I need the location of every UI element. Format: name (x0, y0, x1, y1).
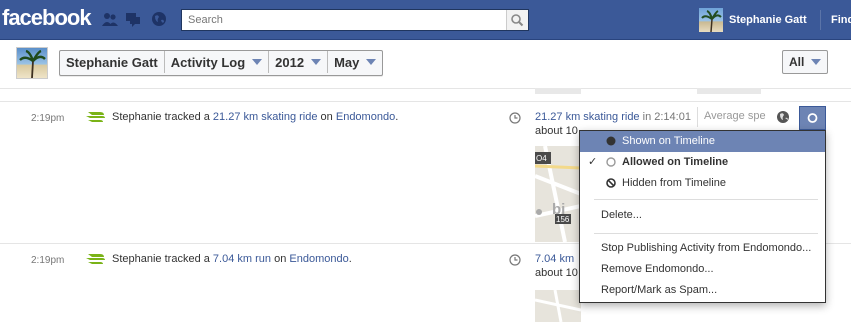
filled-circle-icon (606, 136, 616, 146)
menu-divider (594, 233, 818, 234)
chevron-down-icon (252, 59, 263, 65)
app-link[interactable]: Endomondo (336, 111, 395, 123)
route-map[interactable]: O4 bi 156 (535, 146, 581, 242)
search-box (181, 9, 529, 31)
chevron-down-icon (811, 59, 822, 65)
menu-item-report-spam[interactable]: Report/Mark as Spam... (580, 280, 825, 301)
activity-object-link[interactable]: 21.27 km skating ride (213, 111, 318, 123)
menu-item-label: Delete... (601, 209, 642, 221)
crumb-profile-name[interactable]: Stephanie Gatt (60, 51, 165, 73)
preview-subtitle: about 10 (535, 125, 578, 137)
timeline-visibility-button[interactable] (799, 106, 826, 130)
chevron-down-icon (311, 59, 322, 65)
hollow-circle-icon (606, 157, 616, 167)
menu-item-label: Hidden from Timeline (622, 177, 726, 189)
public-globe-icon[interactable] (773, 107, 793, 127)
story-period: . (395, 111, 399, 123)
search-input[interactable] (182, 10, 508, 30)
facebook-logo[interactable]: facebook (2, 5, 92, 31)
previous-preview-edge (697, 88, 761, 94)
crumb-label: Stephanie Gatt (66, 54, 158, 70)
story-period: . (348, 253, 352, 265)
route-map[interactable] (535, 290, 581, 322)
notifications-globe-icon[interactable] (151, 11, 167, 27)
friend-requests-icon[interactable] (102, 11, 118, 27)
crumb-activity-log[interactable]: Activity Log (165, 51, 270, 73)
preview-link[interactable]: 21.27 km skating ride (535, 111, 640, 123)
hidden-circle-icon (606, 178, 616, 188)
menu-item-shown-on-timeline[interactable]: Shown on Timeline (580, 131, 825, 152)
chevron-down-icon (366, 59, 377, 65)
activity-story: Stephanie tracked a 21.27 km skating rid… (112, 111, 398, 123)
menu-item-stop-publishing[interactable]: Stop Publishing Activity from Endomondo.… (580, 238, 825, 259)
menu-item-label: Report/Mark as Spam... (601, 284, 718, 296)
map-graphic: O4 bi 156 (535, 146, 581, 242)
crumb-month[interactable]: May (328, 51, 382, 73)
menu-item-label: Shown on Timeline (622, 135, 715, 147)
crumb-label: May (334, 54, 360, 70)
description-field[interactable]: Average spe (697, 107, 773, 127)
story-verb: tracked a (164, 253, 210, 265)
preview-title: 21.27 km skating ride in 2:14:01 (535, 111, 691, 123)
checkmark-icon: ✓ (588, 156, 598, 168)
user-avatar[interactable] (699, 8, 723, 32)
menu-item-allowed-on-timeline[interactable]: ✓ Allowed on Timeline (580, 152, 825, 173)
story-preposition: on (320, 111, 333, 123)
top-navigation-bar: facebook Stephanie Gatt Find (0, 0, 851, 40)
profile-thumbnail[interactable] (16, 47, 48, 79)
magnifier-icon (511, 14, 524, 27)
menu-divider (594, 199, 818, 200)
activity-log-header: Stephanie Gatt Activity Log 2012 May All (0, 40, 851, 89)
map-graphic (535, 290, 581, 322)
previous-map-edge (535, 88, 581, 94)
palm-tree-picture (701, 10, 722, 32)
filter-label: All (789, 55, 805, 69)
crumb-label: Activity Log (170, 54, 246, 70)
menu-item-hidden-from-timeline[interactable]: Hidden from Timeline (580, 173, 825, 194)
map-label-156: 156 (556, 215, 570, 224)
user-name[interactable]: Stephanie Gatt (729, 14, 807, 26)
endomondo-icon[interactable] (86, 110, 106, 124)
timeline-visibility-menu: Shown on Timeline ✓ Allowed on Timeline … (579, 130, 826, 303)
crumb-label: 2012 (275, 54, 305, 70)
actor-name: Stephanie (112, 253, 162, 265)
story-preposition: on (274, 253, 287, 265)
filter-dropdown[interactable]: All (782, 50, 829, 74)
menu-item-label: Stop Publishing Activity from Endomondo.… (601, 242, 812, 254)
palm-tree-picture (19, 49, 46, 78)
search-button[interactable] (506, 10, 528, 30)
menu-item-remove-app[interactable]: Remove Endomondo... (580, 259, 825, 280)
messages-icon[interactable] (125, 11, 141, 27)
menu-item-label: Allowed on Timeline (622, 156, 729, 168)
menu-item-label: Remove Endomondo... (601, 263, 714, 275)
preview-title: 7.04 km (535, 253, 574, 265)
activity-time[interactable]: 2:19pm (31, 113, 64, 124)
story-verb: tracked a (164, 111, 210, 123)
breadcrumb: Stephanie Gatt Activity Log 2012 May (59, 50, 384, 76)
actor-name: Stephanie (112, 111, 162, 123)
menu-item-delete[interactable]: Delete... (580, 205, 825, 226)
activity-story: Stephanie tracked a 7.04 km run on Endom… (112, 253, 352, 265)
clock-icon (509, 112, 521, 124)
crumb-year[interactable]: 2012 (269, 51, 329, 73)
activity-time[interactable]: 2:19pm (31, 255, 64, 266)
preview-subtitle: about 10 (535, 267, 578, 279)
clock-icon (509, 254, 521, 266)
activity-object-link[interactable]: 7.04 km run (213, 253, 271, 265)
find-friends-link[interactable]: Find (831, 14, 851, 26)
filled-circle-icon (807, 113, 818, 123)
endomondo-icon[interactable] (86, 252, 106, 266)
preview-link[interactable]: 7.04 km (535, 253, 574, 265)
topbar-divider (820, 10, 821, 30)
app-link[interactable]: Endomondo (289, 253, 348, 265)
map-label-o4: O4 (536, 154, 547, 163)
preview-duration: in 2:14:01 (642, 111, 691, 123)
